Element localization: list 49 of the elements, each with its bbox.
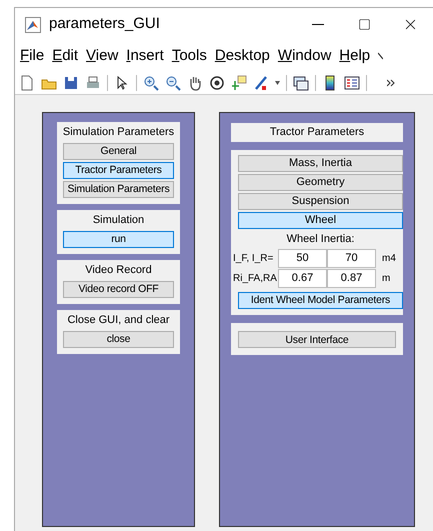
printer-icon[interactable] — [85, 74, 101, 90]
panel-button[interactable]: General — [63, 143, 174, 160]
zoom-out-icon[interactable] — [165, 74, 181, 90]
caret-icon[interactable] — [275, 80, 280, 84]
tab[interactable]: Mass, Inertia — [238, 155, 403, 172]
linked-plot-icon[interactable] — [293, 74, 309, 90]
minimize-icon — [312, 24, 324, 25]
row-label: Ri_FA,RA — [233, 272, 278, 286]
data-cursor-icon[interactable] — [231, 74, 247, 90]
group-title: Close GUI, and clear — [67, 313, 170, 327]
menu-item[interactable]: Window — [278, 44, 332, 68]
overflow-icon[interactable] — [387, 78, 395, 86]
section-title: Wheel Inertia: — [286, 232, 356, 247]
menu-item[interactable]: Insert — [126, 44, 164, 68]
panel-title: Tractor Parameters — [270, 125, 364, 140]
group-title: Video Record — [85, 263, 152, 277]
brush-icon[interactable] — [253, 74, 269, 90]
value-field[interactable]: 0.67 — [278, 268, 327, 288]
panel-button[interactable]: Video record OFF — [63, 281, 174, 298]
panel-button[interactable]: Simulation Parameters — [63, 181, 174, 198]
new-file-icon[interactable] — [19, 74, 35, 90]
panel-button[interactable]: Ident Wheel Model Parameters — [238, 292, 403, 308]
row-label: I_F, I_R= — [233, 252, 274, 266]
panel-button[interactable]: run — [63, 231, 174, 248]
window-title: parameters_GUI — [49, 14, 160, 34]
value-field[interactable]: 50 — [278, 248, 327, 268]
unit-label: m4 — [382, 252, 396, 266]
menu-item[interactable]: Tools — [172, 44, 207, 68]
menu-item[interactable]: Help — [339, 44, 370, 68]
group-title: Simulation Parameters — [62, 125, 174, 139]
app-icon — [25, 16, 41, 32]
group-title: Simulation — [92, 213, 144, 227]
value-field[interactable]: 70 — [327, 248, 376, 268]
zoom-in-icon[interactable] — [143, 74, 159, 90]
menu-item[interactable]: Edit — [52, 44, 78, 68]
menu-item[interactable]: Desktop — [214, 44, 270, 68]
menu-item[interactable]: View — [86, 44, 118, 68]
menu-item[interactable]: File — [20, 44, 44, 68]
maximize-icon — [358, 18, 370, 31]
unit-label: m — [382, 272, 390, 286]
panel-button[interactable]: close — [63, 331, 174, 348]
tab[interactable]: Geometry — [238, 174, 403, 191]
legend-icon[interactable] — [344, 74, 360, 90]
value-field[interactable]: 0.87 — [327, 268, 376, 288]
tab[interactable]: Suspension — [238, 193, 403, 210]
tab[interactable]: Wheel — [238, 212, 403, 229]
panel-button[interactable]: User Interface — [238, 331, 396, 348]
panel-button[interactable]: Tractor Parameters — [63, 162, 174, 179]
save-icon[interactable] — [63, 74, 79, 90]
